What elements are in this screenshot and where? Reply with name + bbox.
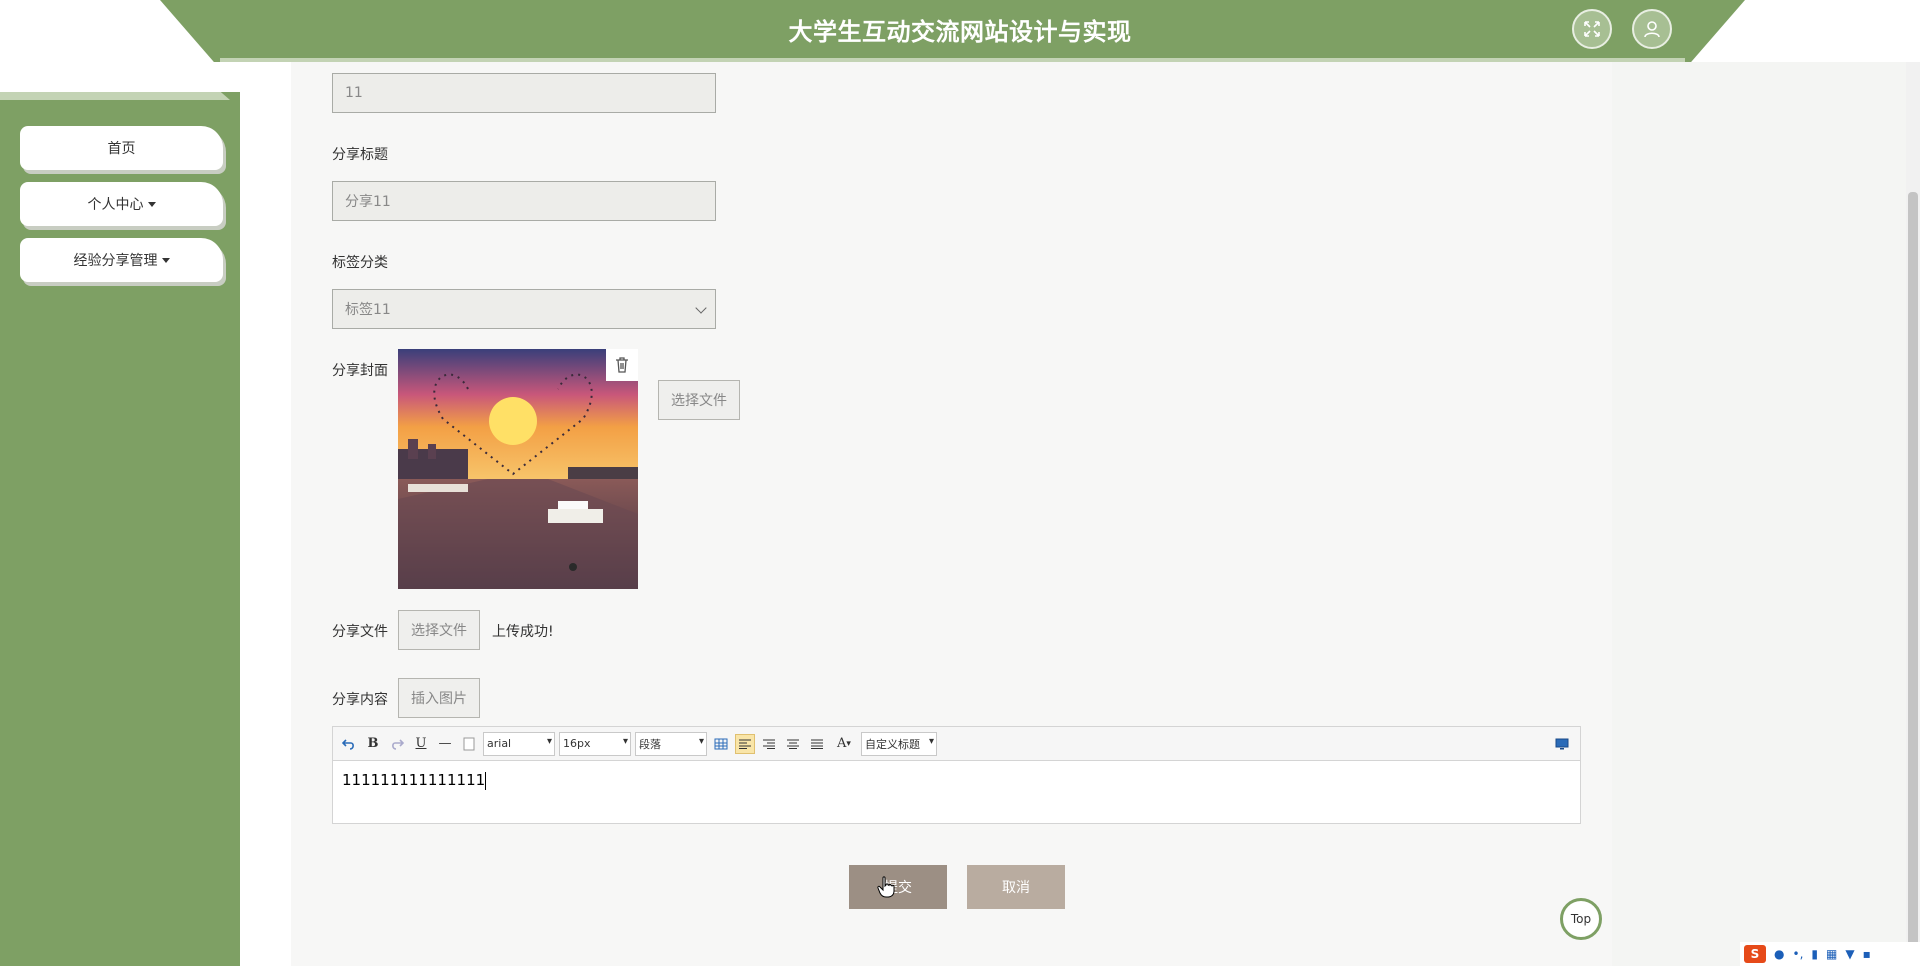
- bold-button[interactable]: B: [363, 734, 383, 754]
- back-to-top-button[interactable]: Top: [1560, 898, 1602, 940]
- align-left-icon: [739, 739, 751, 749]
- ime-logo-icon: S: [1744, 945, 1766, 963]
- custom-title-select[interactable]: 自定义标题: [861, 731, 937, 756]
- align-center-button[interactable]: [783, 734, 803, 754]
- redo-icon: [392, 738, 404, 750]
- editor-text: 111111111111111: [342, 771, 486, 789]
- header: 大学生互动交流网站设计与实现: [0, 0, 1920, 62]
- text-cursor: [485, 771, 487, 790]
- sidebar-item-label: 个人中心: [87, 197, 144, 213]
- font-family-select[interactable]: arial: [483, 731, 555, 756]
- ime-toolbar: S ● •, ▮ ▦ ▼ ▪: [1740, 942, 1920, 966]
- horizontal-rule-button[interactable]: —: [435, 734, 455, 754]
- justify-icon: [811, 739, 823, 749]
- sidebar-item-experience-share[interactable]: 经验分享管理: [20, 238, 223, 282]
- font-size-select[interactable]: 16px: [559, 731, 631, 756]
- scrollbar-thumb[interactable]: [1908, 192, 1918, 952]
- choose-cover-button[interactable]: 选择文件: [658, 380, 740, 420]
- share-title-input[interactable]: 分享11: [332, 181, 716, 221]
- tag-category-value: 标签11: [345, 302, 391, 318]
- upload-status: 上传成功!: [492, 624, 554, 640]
- document-icon: [463, 737, 475, 750]
- share-file-label: 分享文件: [332, 624, 388, 640]
- editor-toolbar: B U — arial 16px 段落 A▾ 自定义标题: [332, 726, 1581, 760]
- user-icon: [1644, 21, 1660, 38]
- sidebar-item-label: 经验分享管理: [73, 253, 158, 269]
- chevron-down-icon: [147, 201, 156, 207]
- sidebar-item-personal-center[interactable]: 个人中心: [20, 182, 223, 226]
- share-content-label: 分享内容: [332, 692, 388, 708]
- ime-mode-icon[interactable]: ●: [1774, 947, 1784, 961]
- paragraph-select[interactable]: 段落: [635, 731, 707, 756]
- table-button[interactable]: [711, 734, 731, 754]
- redo-button[interactable]: [387, 734, 407, 754]
- keyboard-icon[interactable]: ▦: [1826, 947, 1837, 961]
- microphone-icon[interactable]: ▮: [1811, 947, 1818, 961]
- table-icon: [714, 738, 728, 749]
- undo-icon: [342, 738, 354, 750]
- fullscreen-button[interactable]: [1572, 9, 1612, 49]
- chevron-down-icon: [161, 257, 170, 263]
- cancel-button[interactable]: 取消: [967, 865, 1065, 909]
- paragraph-value: 段落: [639, 737, 661, 751]
- background-panel: [1612, 62, 1920, 966]
- submit-button[interactable]: 提交: [849, 865, 947, 909]
- underline-button[interactable]: U: [411, 734, 431, 754]
- user-button[interactable]: [1632, 9, 1672, 49]
- trash-icon: [616, 357, 628, 373]
- align-center-icon: [787, 739, 799, 749]
- tag-category-label: 标签分类: [332, 255, 388, 271]
- sidebar-item-label: 首页: [107, 141, 136, 157]
- hand-cursor-icon: [877, 876, 895, 898]
- paste-plain-button[interactable]: [459, 734, 479, 754]
- cover-picture: [398, 349, 638, 589]
- undo-button[interactable]: [339, 734, 359, 754]
- editor-content[interactable]: 111111111111111: [332, 760, 1581, 824]
- cover-image: [398, 349, 638, 589]
- font-size-value: 16px: [563, 737, 591, 750]
- tag-category-select[interactable]: 标签11: [332, 289, 716, 329]
- insert-image-button[interactable]: 插入图片: [398, 678, 480, 718]
- align-right-button[interactable]: [759, 734, 779, 754]
- ime-punctuation-icon[interactable]: •,: [1792, 947, 1803, 961]
- delete-cover-button[interactable]: [606, 349, 638, 381]
- align-right-icon: [763, 739, 775, 749]
- monitor-icon: [1555, 738, 1569, 749]
- fullscreen-editor-button[interactable]: [1552, 734, 1572, 754]
- share-title-label: 分享标题: [332, 147, 388, 163]
- first-field-input[interactable]: 11: [332, 73, 716, 113]
- font-color-button[interactable]: A ▾: [831, 734, 857, 754]
- align-left-button[interactable]: [735, 733, 755, 754]
- font-family-value: arial: [487, 737, 512, 750]
- fullscreen-icon: [1584, 21, 1600, 37]
- sidebar-item-home[interactable]: 首页: [20, 126, 223, 170]
- custom-title-value: 自定义标题: [865, 737, 920, 751]
- apps-icon[interactable]: ▪: [1863, 947, 1871, 961]
- sidebar-strip: [0, 92, 230, 100]
- share-cover-label: 分享封面: [332, 363, 388, 379]
- justify-button[interactable]: [807, 734, 827, 754]
- choose-file-button[interactable]: 选择文件: [398, 610, 480, 650]
- chevron-down-icon: [695, 302, 707, 314]
- skin-icon[interactable]: ▼: [1845, 947, 1854, 961]
